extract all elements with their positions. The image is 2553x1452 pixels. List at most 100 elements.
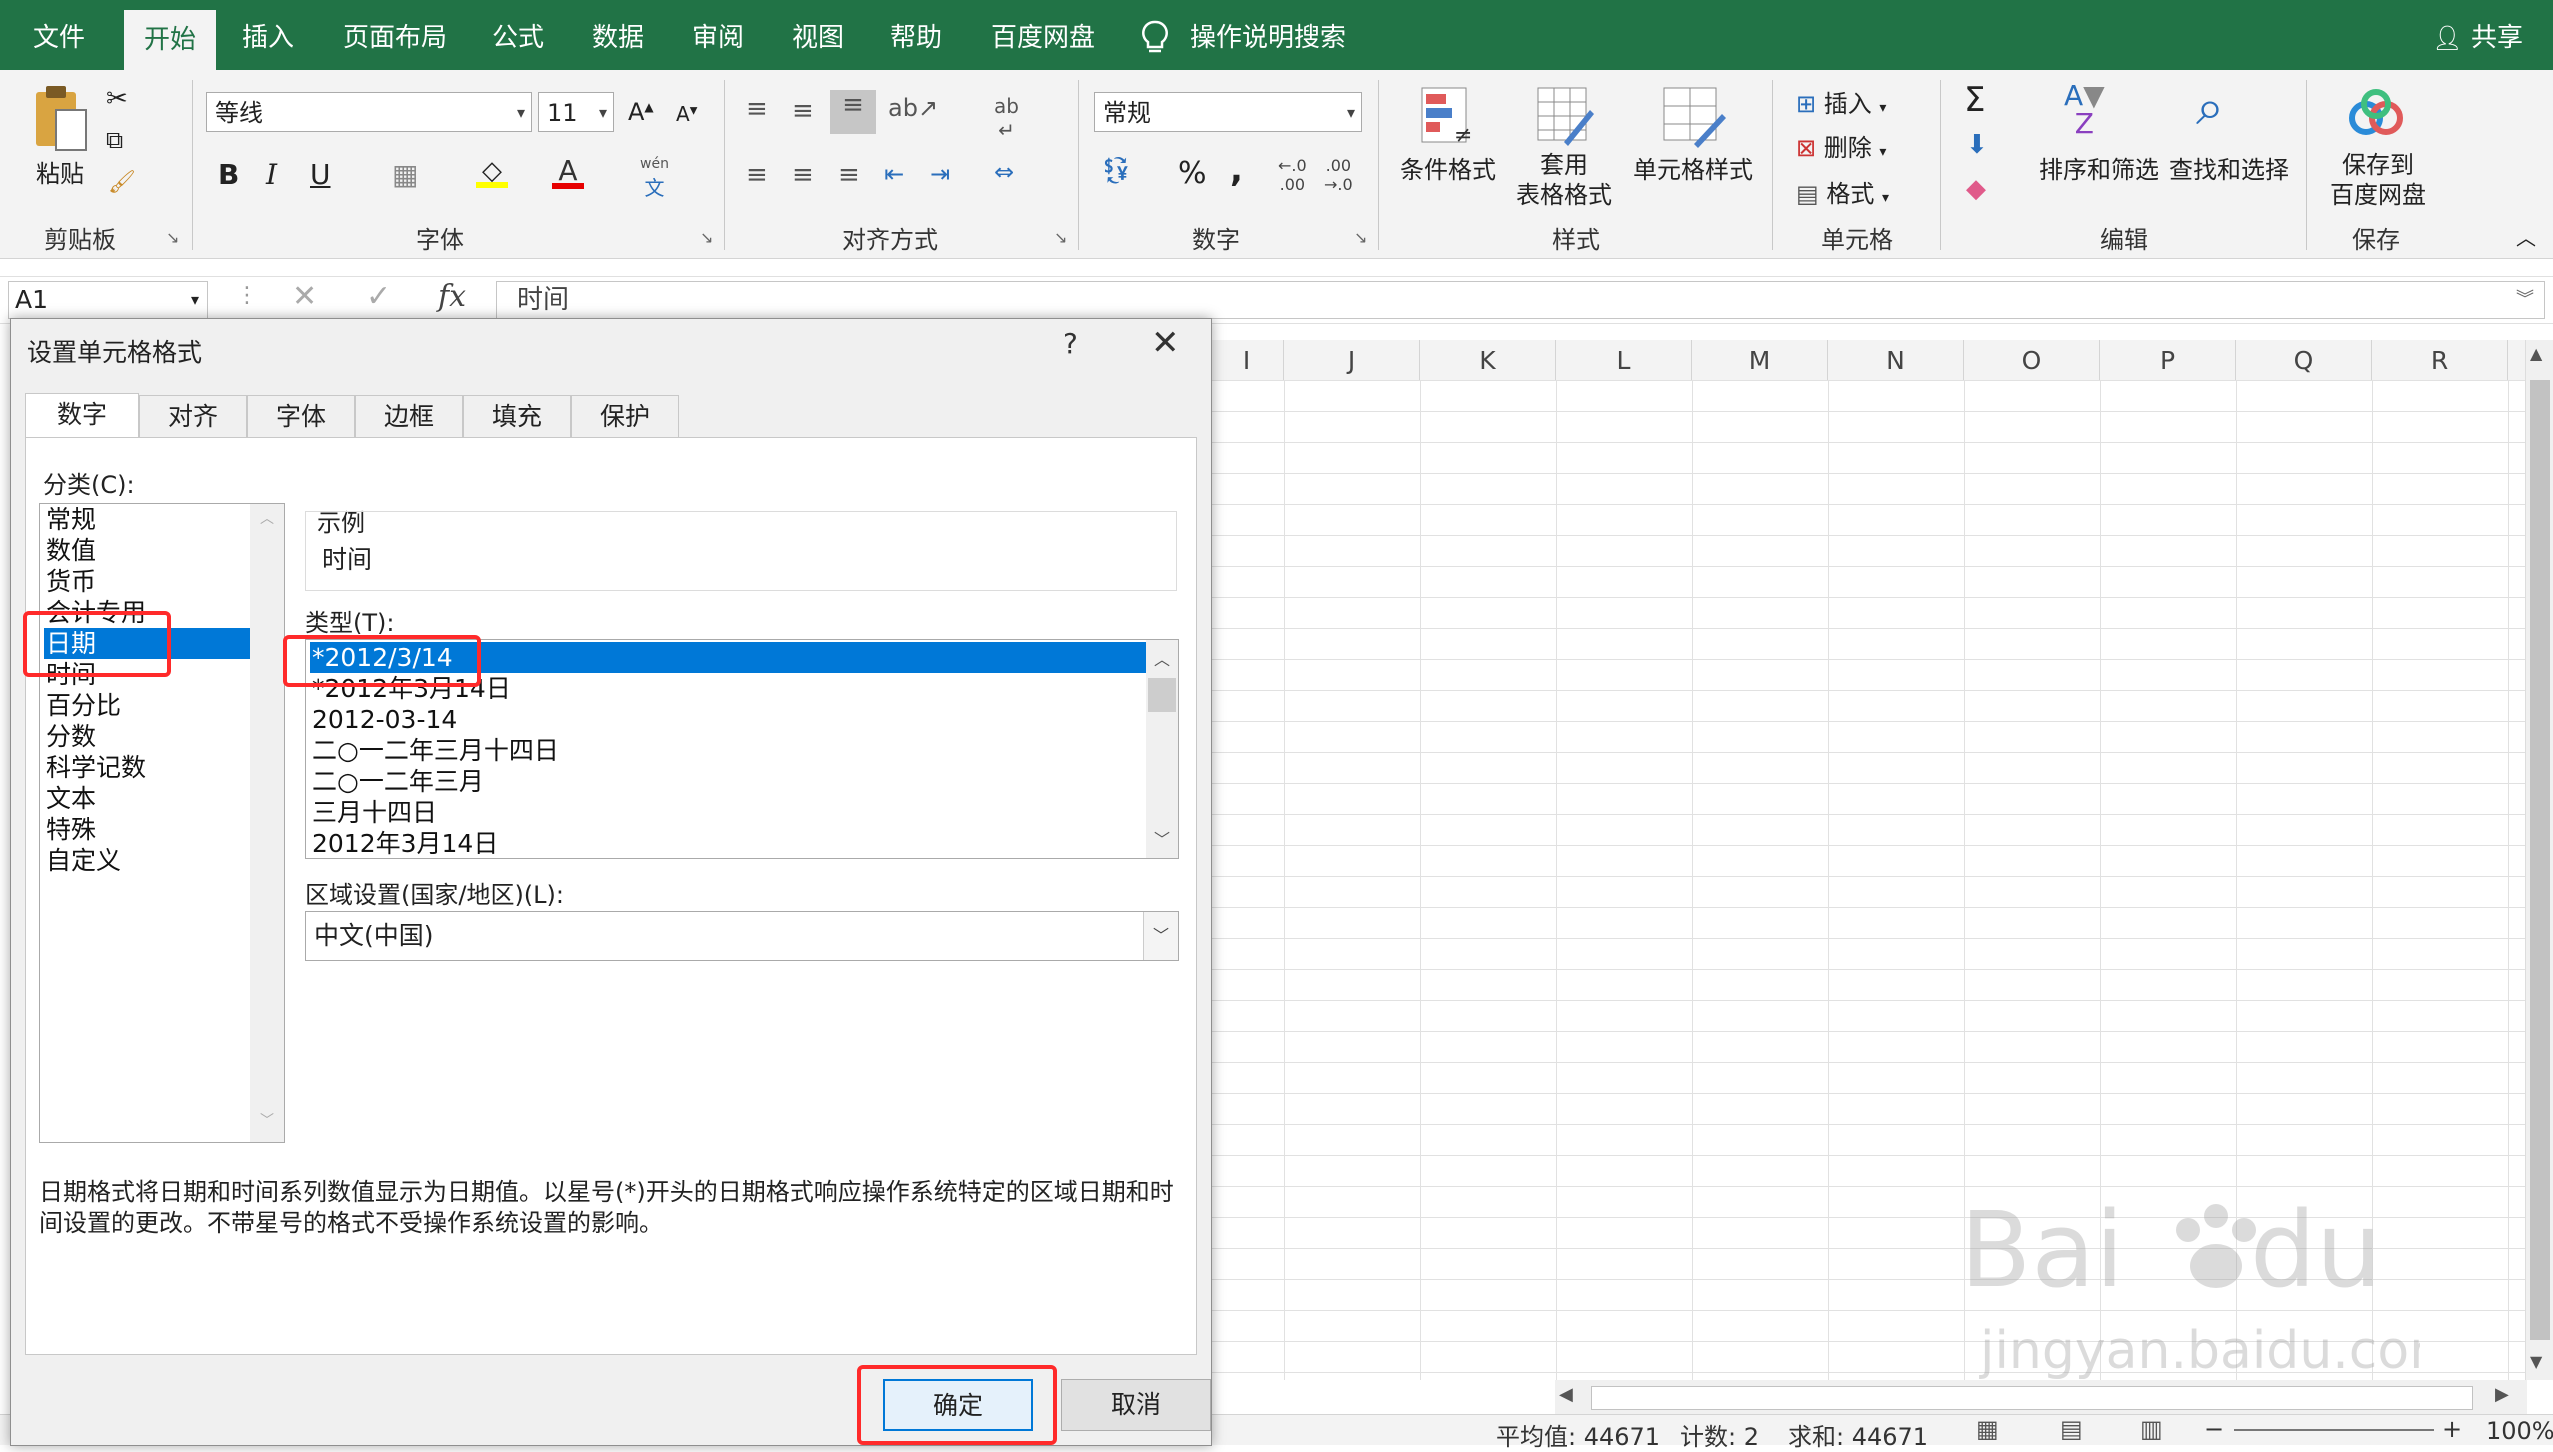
font-name-combo[interactable]: 等线 ▾ [206,92,532,132]
tab-page-layout[interactable]: 页面布局 [330,0,460,70]
save-to-netdisk-button[interactable]: 保存到 百度网盘 [2318,150,2438,210]
paste-icon[interactable] [30,84,90,154]
cut-icon[interactable]: ✂ [106,84,128,114]
find-select-button[interactable]: 查找和选择 [2164,150,2294,185]
font-color-icon[interactable]: A [552,154,584,189]
scroll-up-icon[interactable]: ▲ [2530,344,2542,363]
scroll-left-icon[interactable]: ◀ [1559,1384,1573,1405]
tab-data[interactable]: 数据 [576,0,660,70]
locale-select[interactable]: 中文(中国) ﹀ [305,911,1179,961]
tab-fill[interactable]: 填充 [463,395,571,437]
baidu-netdisk-icon[interactable] [2346,88,2406,144]
column-header[interactable]: R [2372,340,2508,380]
sort-filter-button[interactable]: 排序和筛选 [2034,150,2164,185]
chevron-down-icon[interactable]: ﹀ [1143,912,1178,960]
number-launcher-icon[interactable]: ↘ [1354,228,1367,247]
sort-filter-icon[interactable]: A▼ Z [2064,82,2105,138]
scroll-thumb[interactable] [2530,380,2550,1340]
share-button[interactable]: 👤︎ 共享 [2432,0,2523,70]
scroll-down-icon[interactable]: ﹀ [260,1110,274,1130]
format-cells-button[interactable]: ▤ 格式 ▾ [1796,174,1889,209]
normal-view-icon[interactable]: ▦ [1976,1415,1999,1443]
zoom-slider[interactable] [2234,1429,2434,1431]
format-as-table-button[interactable]: 套用 表格格式 [1500,150,1628,210]
clear-icon[interactable]: ◆ [1966,174,1986,204]
zoom-out-icon[interactable]: − [2204,1415,2224,1443]
bold-button[interactable]: B [218,158,239,191]
list-item[interactable]: 分数 [46,721,96,752]
fill-icon[interactable]: ⬇ [1966,130,1988,160]
cancel-button[interactable]: 取消 [1061,1379,1211,1431]
list-item[interactable]: 二○一二年三月 [312,766,484,797]
scroll-up-icon[interactable]: ︿ [260,508,274,528]
page-layout-view-icon[interactable]: ▤ [2060,1415,2083,1443]
clipboard-launcher-icon[interactable]: ↘ [166,228,179,247]
vertical-scrollbar[interactable]: ▲ ▼ [2525,340,2553,1380]
find-select-icon[interactable]: ⌕ [2196,78,2224,137]
align-left-icon[interactable]: ≡ [746,160,768,190]
tell-me-search[interactable]: 操作说明搜索 [1190,0,1350,70]
merge-center-icon[interactable]: ⇔ [994,158,1014,186]
copy-icon[interactable]: ⧉ [106,126,123,154]
align-right-icon[interactable]: ≡ [838,160,860,190]
cell-styles-button[interactable]: 单元格样式 [1628,150,1758,185]
list-item[interactable]: 科学记数 [46,752,146,783]
wrap-text-icon[interactable]: ab ↵ [994,94,1019,142]
close-icon[interactable]: ✕ [1151,323,1180,363]
scroll-down-icon[interactable]: ﹀ [1154,826,1170,850]
list-item[interactable]: 2012年3月14日 [312,828,498,859]
column-header[interactable]: I [1210,340,1284,380]
scroll-up-icon[interactable]: ︿ [1154,646,1170,670]
tab-baidu-netdisk[interactable]: 百度网盘 [978,0,1108,70]
tab-review[interactable]: 审阅 [676,0,760,70]
insert-cells-button[interactable]: ⊞ 插入 ▾ [1796,84,1886,119]
list-item[interactable]: 货币 [46,566,96,597]
align-bottom-icon[interactable]: ≡ [830,90,876,134]
underline-button[interactable]: U [310,158,331,191]
scroll-right-icon[interactable]: ▶ [2495,1384,2509,1405]
list-item[interactable]: 百分比 [46,690,121,721]
tab-number[interactable]: 数字 [25,393,139,439]
cancel-entry-icon[interactable]: ✕ [292,279,317,314]
column-header[interactable]: K [1420,340,1556,380]
tab-view[interactable]: 视图 [776,0,860,70]
font-launcher-icon[interactable]: ↘ [700,228,713,247]
cell-styles-icon[interactable] [1660,84,1726,148]
scroll-thumb[interactable] [1148,678,1176,712]
tab-help[interactable]: 帮助 [874,0,958,70]
percent-button[interactable]: % [1178,156,1207,191]
category-list[interactable]: 常规 数值 货币 会计专用 日期 时间 百分比 分数 科学记数 文本 特殊 自定… [39,503,285,1143]
tab-formulas[interactable]: 公式 [476,0,560,70]
phonetic-guide-icon[interactable]: wén 文 [640,156,669,201]
paste-button[interactable]: 粘贴 [30,154,90,189]
tab-home[interactable]: 开始 [124,10,216,70]
tab-insert[interactable]: 插入 [226,0,310,70]
list-item[interactable]: 特殊 [46,814,96,845]
format-painter-icon[interactable]: 🖌︎ [108,170,136,195]
expand-formula-icon[interactable]: ︾ [2516,282,2534,318]
decrease-font-icon[interactable]: A▼ [676,102,697,126]
italic-button[interactable]: I [266,158,277,191]
tab-alignment[interactable]: 对齐 [139,395,247,437]
align-top-icon[interactable]: ≡ [746,94,768,124]
insert-function-icon[interactable]: fx [438,279,466,314]
scroll-down-icon[interactable]: ▼ [2530,1352,2542,1371]
list-item[interactable]: 数值 [46,535,96,566]
decrease-decimal-icon[interactable]: .00 →.0 [1324,156,1353,194]
number-format-combo[interactable]: 常规 ▾ [1094,92,1362,132]
list-item[interactable]: 三月十四日 [312,797,437,828]
collapse-ribbon-icon[interactable]: ︿ [2516,222,2536,251]
formula-input[interactable]: 时间 ︾ [496,281,2545,319]
name-box[interactable]: A1 ▾ [8,281,208,319]
format-as-table-icon[interactable] [1534,84,1594,148]
increase-indent-icon[interactable]: ⇥ [930,160,950,188]
column-header[interactable]: L [1556,340,1692,380]
align-center-icon[interactable]: ≡ [792,160,814,190]
zoom-level[interactable]: 100% [2486,1417,2553,1445]
font-size-combo[interactable]: 11 ▾ [538,92,614,132]
autosum-icon[interactable]: Σ [1964,80,1985,120]
page-break-view-icon[interactable]: ▥ [2140,1415,2163,1443]
alignment-launcher-icon[interactable]: ↘ [1054,228,1067,247]
column-header[interactable]: P [2100,340,2236,380]
align-middle-icon[interactable]: ≡ [792,96,814,126]
